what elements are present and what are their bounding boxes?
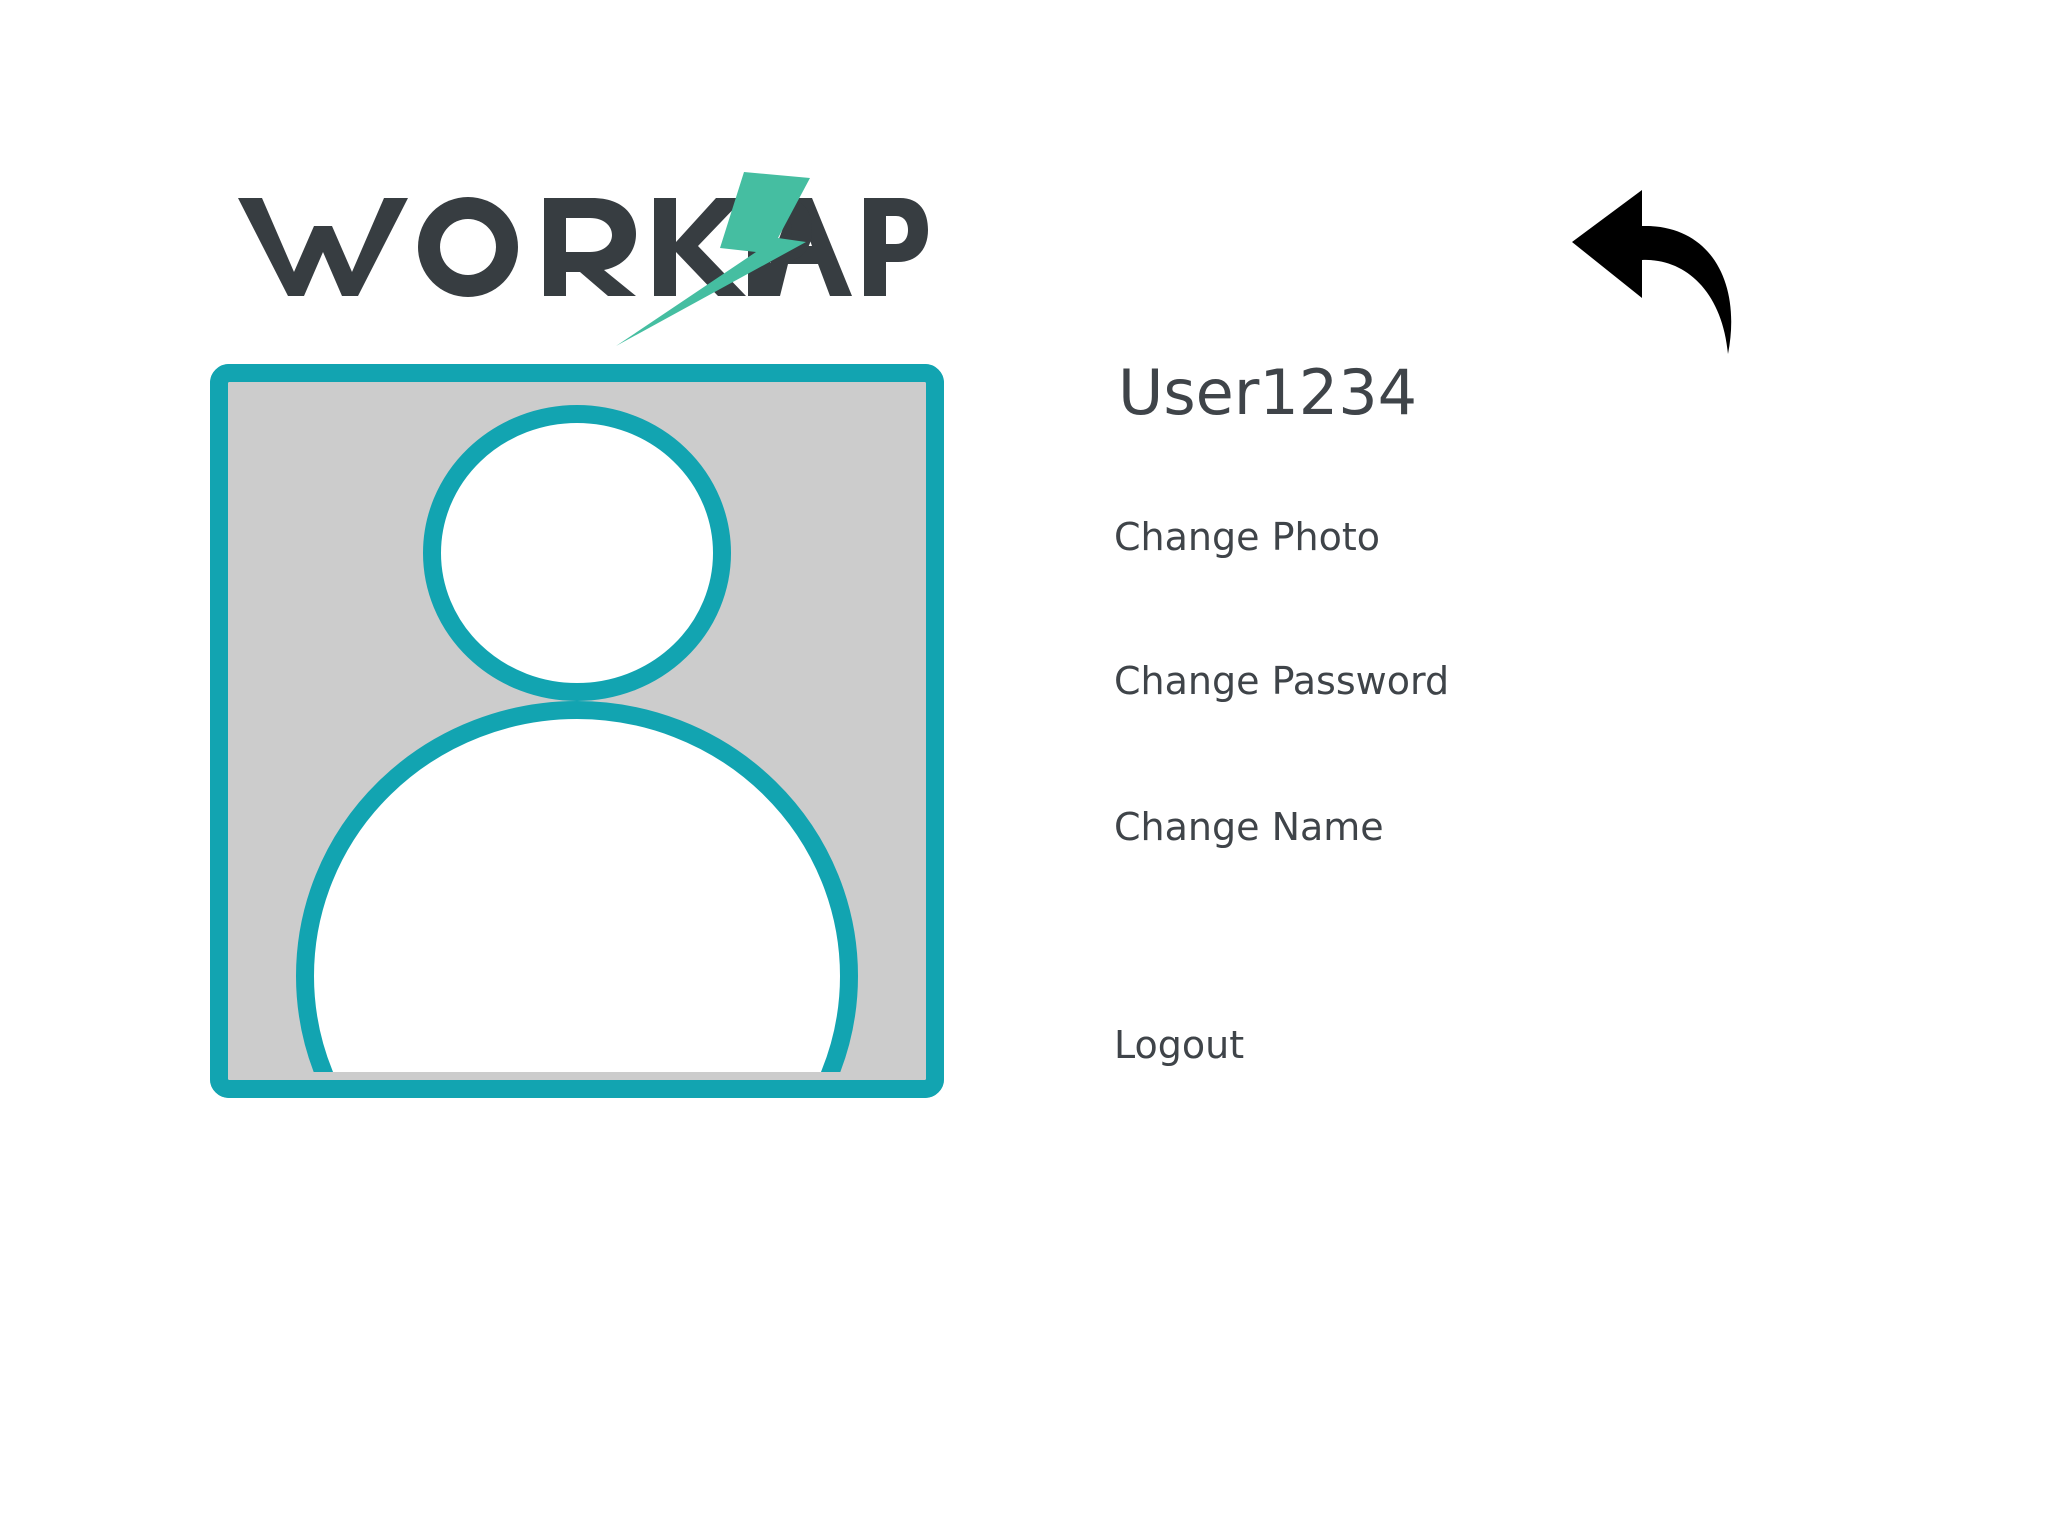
username: User1234 — [1118, 356, 1418, 429]
workapp-logo — [232, 168, 932, 350]
profile-avatar[interactable] — [210, 364, 944, 1098]
workapp-logo-graphic — [238, 172, 928, 346]
undo-arrow-icon — [1572, 190, 1732, 354]
change-name-link[interactable]: Change Name — [1114, 808, 1384, 846]
logout-link[interactable]: Logout — [1114, 1026, 1244, 1064]
back-button[interactable] — [1572, 190, 1740, 354]
change-password-link[interactable]: Change Password — [1114, 662, 1449, 700]
change-photo-link[interactable]: Change Photo — [1114, 518, 1380, 556]
user-silhouette-icon — [210, 364, 944, 1098]
